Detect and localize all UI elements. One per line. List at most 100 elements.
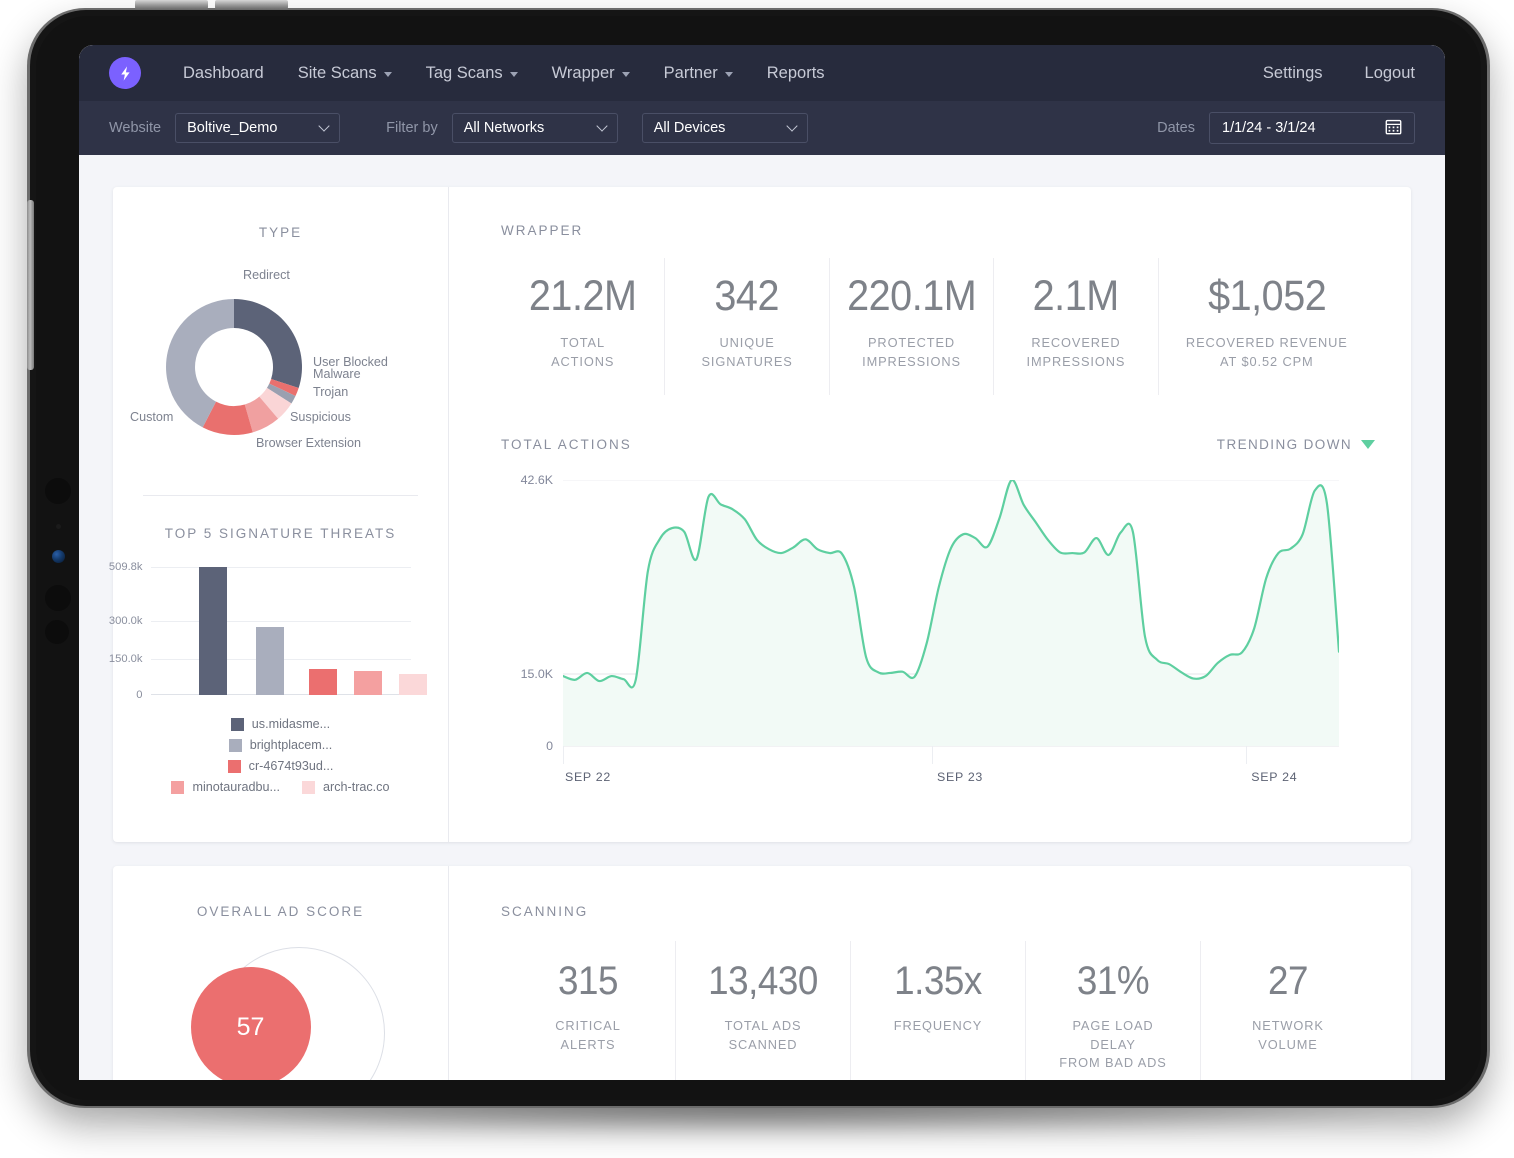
ad-score-bubble[interactable]: 57 [190, 967, 311, 1080]
chevron-down-icon [596, 120, 608, 132]
stat-label: RECOVERED REVENUE AT $0.52 CPM [1185, 335, 1348, 369]
nav-label: Wrapper [551, 63, 615, 82]
bar-brightplacem[interactable] [255, 627, 284, 695]
wrapper-stats-row: 21.2M TOTAL ACTIONS 342 UNIQUE SIGNATURE… [501, 258, 1375, 396]
nav-item-wrapper[interactable]: Wrapper [552, 64, 630, 83]
stat-label: CRITICAL ALERTS [555, 1018, 621, 1052]
trend-indicator[interactable]: TRENDING DOWN [1217, 437, 1375, 452]
ad-score-title: OVERALL AD SCORE [196, 904, 365, 919]
chart-ytick-label: 42.6K [520, 473, 553, 488]
networks-select[interactable]: All Networks [451, 113, 618, 143]
stat-protected-impressions: 220.1M PROTECTED IMPRESSIONS [830, 258, 995, 396]
legend-item-us-midasme[interactable]: us.midasme... [230, 717, 330, 731]
legend-label: brightplacem... [249, 738, 333, 752]
total-actions-area-chart: 42.6K 15.0K 0 SEP 22 SEP 23 SEP 24 [521, 473, 1339, 784]
bar-ytick-label: 300.0k [108, 615, 143, 627]
legend-item-cr-4674t93ud[interactable]: cr-4674t93ud... [227, 759, 334, 773]
bar-ytick-label: 150.0k [108, 653, 143, 665]
nav-label: Dashboard [183, 63, 264, 82]
chart-xtick-label: SEP 24 [1251, 770, 1298, 785]
chevron-down-icon [509, 71, 518, 77]
nav-item-tag-scans[interactable]: Tag Scans [426, 64, 518, 83]
bar-us-midasme[interactable] [198, 567, 227, 695]
stat-label: FREQUENCY [893, 1018, 983, 1033]
bar-gridline [150, 621, 411, 622]
bar-arch-trac-co[interactable] [398, 674, 427, 695]
donut-label-trojan: Trojan [313, 385, 349, 399]
legend-swatch-icon [227, 759, 241, 773]
total-actions-header: TOTAL ACTIONS TRENDING DOWN [501, 437, 1375, 452]
stat-value: 2.1M [1032, 272, 1120, 320]
stat-label: PAGE LOAD DELAY FROM BAD ADS [1059, 1018, 1167, 1071]
stat-value: 31% [1076, 959, 1150, 1003]
legend-row: brightplacem... [131, 738, 431, 752]
donut-slice-redirect[interactable] [234, 299, 302, 389]
stat-label: RECOVERED IMPRESSIONS [1026, 335, 1126, 369]
legend-row: minotauradbu... arch-trac.co [131, 780, 431, 794]
bar-minotauradbu[interactable] [353, 671, 382, 695]
bar-cr-4674t93ud[interactable] [308, 669, 337, 695]
x-axis-tick [563, 746, 564, 765]
nav-label: Site Scans [297, 63, 377, 82]
type-chart-title: TYPE [258, 225, 303, 240]
date-range-group: Dates 1/1/24 - 3/1/24 [1157, 112, 1415, 144]
chart-ytick-label: 0 [546, 739, 553, 754]
x-axis-tick [1245, 746, 1247, 765]
legend-swatch-icon [228, 738, 242, 752]
legend-item-arch-trac-co[interactable]: arch-trac.co [302, 780, 390, 794]
stat-label: UNIQUE SIGNATURES [701, 335, 793, 369]
nav-label: Tag Scans [425, 63, 503, 82]
tablet-volume-up-button[interactable] [135, 0, 208, 9]
donut-label-redirect: Redirect [243, 268, 290, 282]
nav-item-logout[interactable]: Logout [1365, 64, 1415, 83]
nav-label: Logout [1364, 63, 1415, 82]
stat-value: 27 [1267, 959, 1309, 1003]
area-chart-svg [563, 480, 1339, 780]
bezel-sensor-dot [45, 478, 71, 504]
triangle-down-icon [1361, 440, 1375, 450]
legend-label: minotauradbu... [192, 780, 280, 794]
stat-total-ads-scanned: 13,430 TOTAL ADS SCANNED [676, 941, 851, 1080]
nav-item-settings[interactable]: Settings [1263, 64, 1323, 83]
ad-score-gauge: 57 [190, 947, 385, 1080]
stat-value: 13,430 [708, 959, 818, 1003]
website-select[interactable]: Boltive_Demo [175, 113, 341, 143]
date-range-input[interactable]: 1/1/24 - 3/1/24 [1209, 112, 1415, 144]
trend-label: TRENDING DOWN [1216, 437, 1352, 453]
chevron-down-icon [786, 120, 798, 132]
calendar-icon[interactable] [1385, 118, 1402, 139]
chevron-down-icon [724, 71, 733, 77]
nav-item-site-scans[interactable]: Site Scans [298, 64, 392, 83]
front-camera-icon [52, 550, 65, 563]
tablet-volume-down-button[interactable] [215, 0, 288, 9]
area-fill-path [563, 479, 1339, 747]
bezel-microphone-dot [56, 524, 61, 529]
nav-label: Reports [766, 63, 825, 82]
stat-value: $1,052 [1207, 272, 1327, 320]
filter-by-label: Filter by [386, 120, 438, 136]
chevron-down-icon [318, 120, 330, 132]
legend-label: cr-4674t93ud... [248, 759, 334, 773]
stat-value: 315 [557, 959, 619, 1003]
legend-item-minotauradbu[interactable]: minotauradbu... [171, 780, 280, 794]
stat-value: 220.1M [846, 272, 977, 320]
overview-card: TYPE Redirect User Blocked Malware Troja… [109, 187, 1411, 842]
legend-row: us.midasme... [131, 717, 431, 731]
devices-select-value: All Devices [653, 120, 726, 136]
dashboard-content: TYPE Redirect User Blocked Malware Troja… [79, 155, 1445, 1080]
tablet-power-button[interactable] [27, 200, 34, 370]
screenshot-root: Dashboard Site Scans Tag Scans Wrapper P… [0, 0, 1514, 1158]
stat-total-actions: 21.2M TOTAL ACTIONS [501, 258, 666, 396]
donut-label-browser-extension: Browser Extension [256, 436, 361, 450]
devices-select[interactable]: All Devices [641, 113, 808, 143]
type-donut-chart: Redirect User Blocked Malware Trojan Sus… [113, 254, 448, 479]
legend-label: arch-trac.co [323, 780, 390, 794]
nav-item-partner[interactable]: Partner [664, 64, 733, 83]
app-logo[interactable] [109, 57, 141, 89]
threats-chart-title: TOP 5 SIGNATURE THREATS [164, 526, 397, 541]
wrapper-section-title: WRAPPER [501, 223, 584, 238]
stat-recovered-revenue: $1,052 RECOVERED REVENUE AT $0.52 CPM [1159, 258, 1375, 395]
nav-item-dashboard[interactable]: Dashboard [183, 64, 264, 83]
legend-item-brightplacem[interactable]: brightplacem... [228, 738, 333, 752]
nav-item-reports[interactable]: Reports [767, 64, 825, 83]
